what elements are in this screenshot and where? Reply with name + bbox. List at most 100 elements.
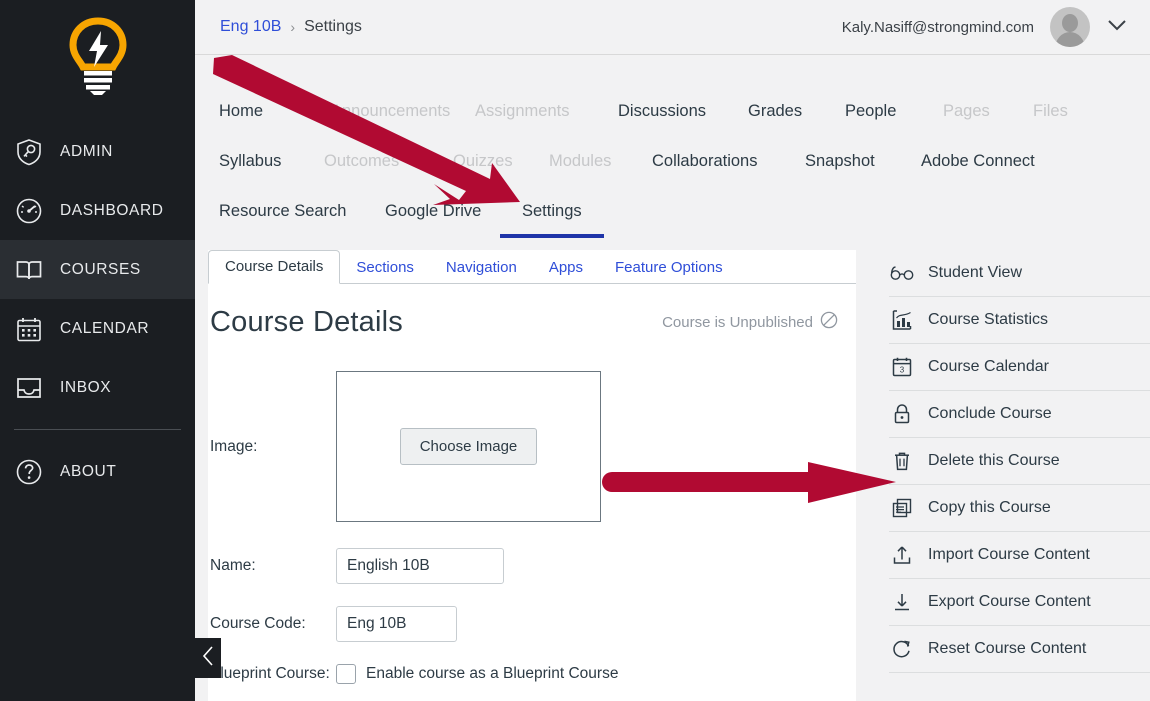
- sidebar-action-student-view[interactable]: Student View: [889, 250, 1150, 297]
- form-row-image: Image: Choose Image: [210, 371, 856, 522]
- blueprint-checkbox-label: Enable course as a Blueprint Course: [366, 665, 619, 682]
- sidebar-action-label: Conclude Course: [928, 405, 1052, 422]
- subtab-apps[interactable]: Apps: [533, 252, 599, 284]
- course-tab-row-2: Syllabus Outcomes Quizzes Modules Collaborat…: [195, 144, 1150, 194]
- course-tab-home[interactable]: Home: [219, 102, 263, 121]
- course-tab-outcomes[interactable]: Outcomes: [324, 152, 399, 171]
- course-actions-sidebar: Student View Course Statistics 3 Course …: [856, 250, 1150, 701]
- chevron-down-icon[interactable]: [1106, 18, 1128, 37]
- sidebar-item-admin[interactable]: ADMIN: [0, 122, 195, 181]
- sidebar-item-calendar[interactable]: CALENDAR: [0, 299, 195, 358]
- sidebar-action-export-course-content[interactable]: Export Course Content: [889, 579, 1150, 626]
- course-tab-files[interactable]: Files: [1033, 102, 1068, 121]
- course-tab-snapshot[interactable]: Snapshot: [805, 152, 875, 171]
- course-tab-row-1: Home Announcements Assignments Discussions G…: [195, 94, 1150, 144]
- course-name-input[interactable]: [336, 548, 504, 584]
- course-tab-people[interactable]: People: [845, 102, 896, 121]
- svg-text:3: 3: [900, 365, 905, 374]
- lightbulb-logo[interactable]: [0, 0, 195, 112]
- course-tab-announcements[interactable]: Announcements: [331, 102, 450, 121]
- subtab-sections[interactable]: Sections: [340, 252, 430, 284]
- sidebar-action-course-calendar[interactable]: 3 Course Calendar: [889, 344, 1150, 391]
- lock-icon: [889, 403, 915, 425]
- course-tab-assignments[interactable]: Assignments: [475, 102, 569, 121]
- sidebar-action-course-statistics[interactable]: Course Statistics: [889, 297, 1150, 344]
- top-breadcrumb-bar: Eng 10B › Settings Kaly.Nasiff@strongmin…: [195, 0, 1150, 55]
- sidebar-action-label: Import Course Content: [928, 546, 1090, 563]
- chevron-left-icon: [201, 645, 215, 672]
- nav-divider: [14, 429, 181, 430]
- name-field-label: Name:: [210, 557, 256, 574]
- sidebar-action-delete-course[interactable]: Delete this Course: [889, 438, 1150, 485]
- global-nav-list: ADMIN DASHBOARD COURSES CALENDAR INBOX A…: [0, 122, 195, 501]
- course-image-dropzone[interactable]: Choose Image: [336, 371, 601, 522]
- glasses-icon: [889, 264, 915, 282]
- course-tab-adobe-connect[interactable]: Adobe Connect: [921, 152, 1035, 171]
- calendar-icon: [12, 312, 46, 346]
- sidebar-item-label: ADMIN: [60, 142, 113, 160]
- sidebar-item-label: CALENDAR: [60, 319, 150, 337]
- breadcrumb-separator: ›: [290, 19, 296, 35]
- course-code-input[interactable]: [336, 606, 457, 642]
- choose-image-button[interactable]: Choose Image: [399, 428, 538, 465]
- bar-chart-icon: [889, 309, 915, 331]
- sidebar-action-label: Course Calendar: [928, 358, 1049, 375]
- page-title: Course Details: [210, 306, 403, 338]
- course-navigation-tabs: Home Announcements Assignments Discussions G…: [195, 56, 1150, 241]
- calendar-icon: 3: [889, 356, 915, 378]
- unpublished-circle-slash-icon: [820, 311, 838, 333]
- subtab-course-details[interactable]: Course Details: [208, 250, 341, 284]
- sidebar-collapse-handle[interactable]: [195, 638, 221, 678]
- panel-header: Course Details Course is Unpublished: [208, 284, 856, 339]
- sidebar-action-label: Course Statistics: [928, 311, 1049, 328]
- refresh-icon: [889, 638, 915, 660]
- breadcrumb: Eng 10B › Settings: [220, 18, 362, 36]
- sidebar-item-dashboard[interactable]: DASHBOARD: [0, 181, 195, 240]
- form-row-blueprint: Blueprint Course: Enable course as a Blu…: [210, 664, 856, 684]
- sidebar-item-about[interactable]: ABOUT: [0, 442, 195, 501]
- speedometer-icon: [12, 194, 46, 228]
- sidebar-action-conclude-course[interactable]: Conclude Course: [889, 391, 1150, 438]
- course-details-form: Image: Choose Image Name: Course Code: B…: [208, 339, 856, 701]
- sidebar-action-label: Copy this Course: [928, 499, 1051, 516]
- course-tab-settings[interactable]: Settings: [500, 202, 604, 238]
- user-avatar-icon[interactable]: [1050, 7, 1090, 47]
- shield-key-icon: [12, 135, 46, 169]
- blueprint-checkbox[interactable]: [336, 664, 356, 684]
- upload-arrow-icon: [889, 544, 915, 566]
- sidebar-item-label: ABOUT: [60, 462, 117, 480]
- question-circle-icon: [12, 455, 46, 489]
- course-code-field-label: Course Code:: [210, 615, 306, 632]
- sidebar-action-label: Export Course Content: [928, 593, 1091, 610]
- course-tab-syllabus[interactable]: Syllabus: [219, 152, 281, 171]
- course-tab-quizzes[interactable]: Quizzes: [453, 152, 513, 171]
- course-tab-pages[interactable]: Pages: [943, 102, 990, 121]
- sidebar-action-label: Delete this Course: [928, 452, 1060, 469]
- course-tab-grades[interactable]: Grades: [748, 102, 802, 121]
- sidebar-action-reset-course-content[interactable]: Reset Course Content: [889, 626, 1150, 673]
- sidebar-item-label: INBOX: [60, 378, 112, 396]
- user-menu[interactable]: Kaly.Nasiff@strongmind.com: [842, 7, 1128, 47]
- trash-icon: [889, 450, 915, 472]
- course-tab-modules[interactable]: Modules: [549, 152, 611, 171]
- global-navigation-sidebar: ADMIN DASHBOARD COURSES CALENDAR INBOX A…: [0, 0, 195, 701]
- sidebar-item-courses[interactable]: COURSES: [0, 240, 195, 299]
- course-tab-discussions[interactable]: Discussions: [618, 102, 706, 121]
- status-badge: Course is Unpublished: [662, 311, 838, 339]
- course-tab-collaborations[interactable]: Collaborations: [652, 152, 757, 171]
- sidebar-item-inbox[interactable]: INBOX: [0, 358, 195, 417]
- form-row-name: Name:: [210, 548, 856, 584]
- course-tab-resource-search[interactable]: Resource Search: [219, 202, 346, 221]
- course-tab-google-drive[interactable]: Google Drive: [385, 202, 481, 221]
- sidebar-action-copy-course[interactable]: Copy this Course: [889, 485, 1150, 532]
- breadcrumb-course-link[interactable]: Eng 10B: [220, 18, 281, 36]
- course-tab-row-3: Resource Search Google Drive Settings: [195, 194, 1150, 244]
- canvas-course-settings-page: ADMIN DASHBOARD COURSES CALENDAR INBOX A…: [0, 0, 1150, 701]
- sidebar-action-label: Student View: [928, 264, 1022, 281]
- inbox-icon: [12, 371, 46, 405]
- subtab-feature-options[interactable]: Feature Options: [599, 252, 739, 284]
- sidebar-item-label: COURSES: [60, 260, 141, 278]
- sidebar-action-import-course-content[interactable]: Import Course Content: [889, 532, 1150, 579]
- subtab-navigation[interactable]: Navigation: [430, 252, 533, 284]
- sidebar-item-label: DASHBOARD: [60, 201, 164, 219]
